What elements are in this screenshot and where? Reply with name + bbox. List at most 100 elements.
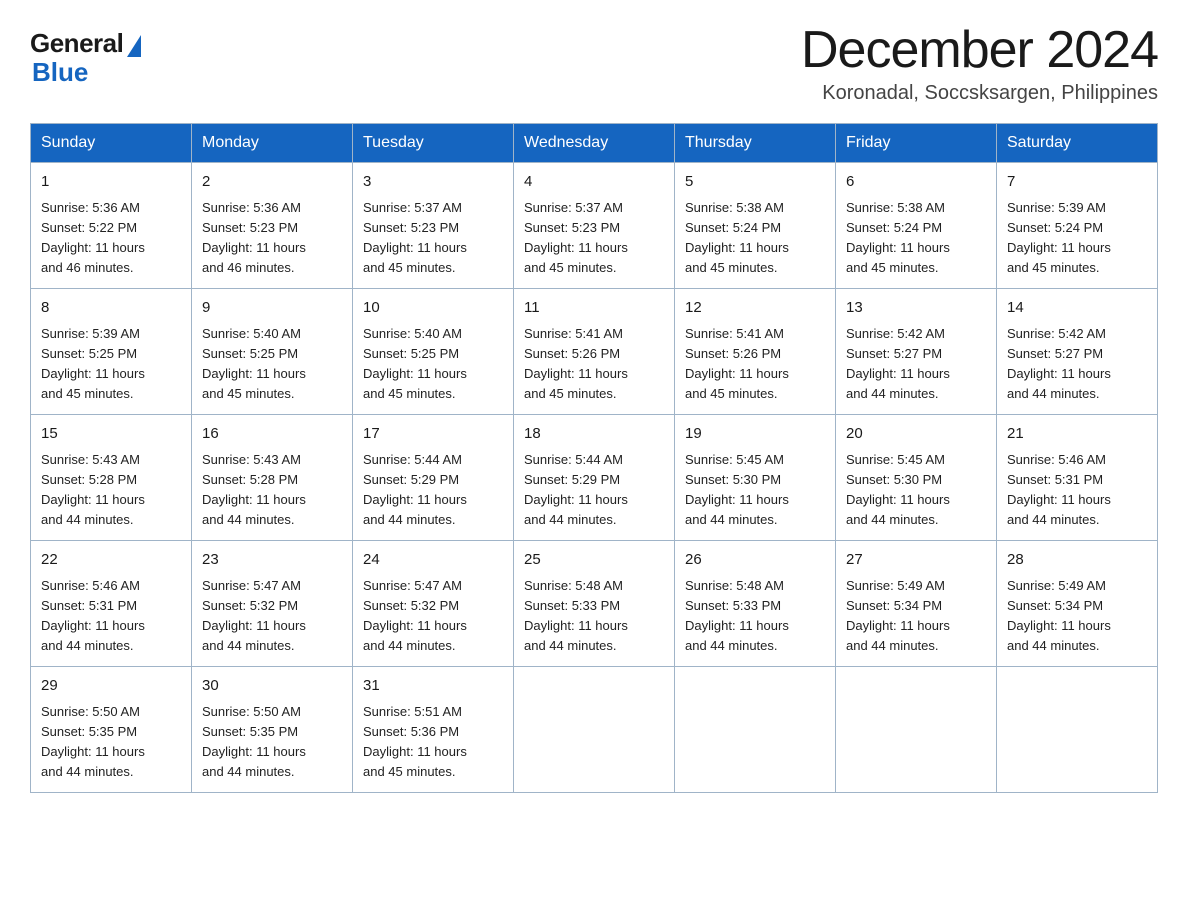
day-number: 15 [41,423,181,446]
day-number: 29 [41,675,181,698]
calendar-cell: 7Sunrise: 5:39 AMSunset: 5:24 PMDaylight… [997,163,1158,289]
day-number: 20 [846,423,986,446]
day-info: Sunrise: 5:51 AMSunset: 5:36 PMDaylight:… [363,702,503,783]
day-number: 23 [202,549,342,572]
day-number: 18 [524,423,664,446]
day-info: Sunrise: 5:50 AMSunset: 5:35 PMDaylight:… [41,702,181,783]
weekday-header-tuesday: Tuesday [353,124,514,163]
day-number: 17 [363,423,503,446]
calendar-cell [675,667,836,793]
day-info: Sunrise: 5:41 AMSunset: 5:26 PMDaylight:… [524,324,664,405]
day-number: 25 [524,549,664,572]
day-info: Sunrise: 5:40 AMSunset: 5:25 PMDaylight:… [363,324,503,405]
calendar-cell: 2 Sunrise: 5:36 AMSunset: 5:23 PMDaylight… [192,163,353,289]
day-info: Sunrise: 5:42 AMSunset: 5:27 PMDaylight:… [1007,324,1147,405]
day-info: Sunrise: 5:43 AMSunset: 5:28 PMDaylight:… [202,450,342,531]
day-info: Sunrise: 5:38 AMSunset: 5:24 PMDaylight:… [846,198,986,279]
title-block: December 2024 Koronadal, Soccsksargen, P… [801,20,1158,105]
weekday-header-thursday: Thursday [675,124,836,163]
day-number: 26 [685,549,825,572]
day-info: Sunrise: 5:48 AMSunset: 5:33 PMDaylight:… [685,576,825,657]
calendar-cell: 19 Sunrise: 5:45 AMSunset: 5:30 PMDayligh… [675,415,836,541]
day-info: Sunrise: 5:41 AMSunset: 5:26 PMDaylight:… [685,324,825,405]
day-number: 31 [363,675,503,698]
calendar-cell: 31 Sunrise: 5:51 AMSunset: 5:36 PMDayligh… [353,667,514,793]
day-info: Sunrise: 5:39 AMSunset: 5:25 PMDaylight:… [41,324,181,405]
day-number: 27 [846,549,986,572]
day-info: Sunrise: 5:39 AMSunset: 5:24 PMDaylight:… [1007,198,1147,279]
day-number: 22 [41,549,181,572]
calendar-cell: 16 Sunrise: 5:43 AMSunset: 5:28 PMDayligh… [192,415,353,541]
weekday-header-friday: Friday [836,124,997,163]
calendar-cell: 22 Sunrise: 5:46 AMSunset: 5:31 PMDayligh… [31,541,192,667]
day-info: Sunrise: 5:45 AMSunset: 5:30 PMDaylight:… [846,450,986,531]
calendar-cell: 3Sunrise: 5:37 AMSunset: 5:23 PMDaylight… [353,163,514,289]
day-info: Sunrise: 5:36 AMSunset: 5:22 PMDaylight:… [41,198,181,279]
calendar-cell: 23 Sunrise: 5:47 AMSunset: 5:32 PMDayligh… [192,541,353,667]
day-number: 14 [1007,297,1147,320]
weekday-header-sunday: Sunday [31,124,192,163]
calendar-cell: 17 Sunrise: 5:44 AMSunset: 5:29 PMDayligh… [353,415,514,541]
day-info: Sunrise: 5:42 AMSunset: 5:27 PMDaylight:… [846,324,986,405]
calendar-cell: 14 Sunrise: 5:42 AMSunset: 5:27 PMDayligh… [997,289,1158,415]
day-info: Sunrise: 5:44 AMSunset: 5:29 PMDaylight:… [363,450,503,531]
day-info: Sunrise: 5:37 AMSunset: 5:23 PMDaylight:… [524,198,664,279]
day-info: Sunrise: 5:36 AMSunset: 5:23 PMDaylight:… [202,198,342,279]
weekday-header-wednesday: Wednesday [514,124,675,163]
day-number: 12 [685,297,825,320]
calendar-cell: 18 Sunrise: 5:44 AMSunset: 5:29 PMDayligh… [514,415,675,541]
logo: General Blue [30,28,141,88]
calendar-cell: 12 Sunrise: 5:41 AMSunset: 5:26 PMDayligh… [675,289,836,415]
day-info: Sunrise: 5:47 AMSunset: 5:32 PMDaylight:… [363,576,503,657]
day-info: Sunrise: 5:47 AMSunset: 5:32 PMDaylight:… [202,576,342,657]
subtitle: Koronadal, Soccsksargen, Philippines [801,82,1158,105]
week-row-4: 22 Sunrise: 5:46 AMSunset: 5:31 PMDayligh… [31,541,1158,667]
day-info: Sunrise: 5:46 AMSunset: 5:31 PMDaylight:… [1007,450,1147,531]
page-header: General Blue December 2024 Koronadal, So… [30,20,1158,105]
calendar-cell: 8 Sunrise: 5:39 AMSunset: 5:25 PMDaylight… [31,289,192,415]
day-number: 8 [41,297,181,320]
day-number: 4 [524,171,664,194]
day-info: Sunrise: 5:46 AMSunset: 5:31 PMDaylight:… [41,576,181,657]
calendar-cell: 26 Sunrise: 5:48 AMSunset: 5:33 PMDayligh… [675,541,836,667]
calendar-cell: 11Sunrise: 5:41 AMSunset: 5:26 PMDayligh… [514,289,675,415]
week-row-2: 8 Sunrise: 5:39 AMSunset: 5:25 PMDaylight… [31,289,1158,415]
day-info: Sunrise: 5:48 AMSunset: 5:33 PMDaylight:… [524,576,664,657]
calendar-cell: 15 Sunrise: 5:43 AMSunset: 5:28 PMDayligh… [31,415,192,541]
calendar-cell: 30Sunrise: 5:50 AMSunset: 5:35 PMDayligh… [192,667,353,793]
day-info: Sunrise: 5:45 AMSunset: 5:30 PMDaylight:… [685,450,825,531]
day-number: 19 [685,423,825,446]
week-row-1: 1Sunrise: 5:36 AMSunset: 5:22 PMDaylight… [31,163,1158,289]
calendar-cell: 10 Sunrise: 5:40 AMSunset: 5:25 PMDayligh… [353,289,514,415]
calendar-cell: 25 Sunrise: 5:48 AMSunset: 5:33 PMDayligh… [514,541,675,667]
calendar-cell: 6 Sunrise: 5:38 AMSunset: 5:24 PMDaylight… [836,163,997,289]
day-number: 16 [202,423,342,446]
logo-triangle-icon [127,35,141,57]
day-number: 28 [1007,549,1147,572]
day-info: Sunrise: 5:49 AMSunset: 5:34 PMDaylight:… [1007,576,1147,657]
calendar-cell: 27 Sunrise: 5:49 AMSunset: 5:34 PMDayligh… [836,541,997,667]
weekday-header-monday: Monday [192,124,353,163]
day-info: Sunrise: 5:40 AMSunset: 5:25 PMDaylight:… [202,324,342,405]
day-info: Sunrise: 5:43 AMSunset: 5:28 PMDaylight:… [41,450,181,531]
day-number: 9 [202,297,342,320]
calendar-cell: 13Sunrise: 5:42 AMSunset: 5:27 PMDayligh… [836,289,997,415]
main-title: December 2024 [801,20,1158,80]
day-info: Sunrise: 5:44 AMSunset: 5:29 PMDaylight:… [524,450,664,531]
weekday-header-saturday: Saturday [997,124,1158,163]
day-number: 10 [363,297,503,320]
day-number: 21 [1007,423,1147,446]
calendar-cell [997,667,1158,793]
calendar-cell: 24Sunrise: 5:47 AMSunset: 5:32 PMDayligh… [353,541,514,667]
day-number: 6 [846,171,986,194]
calendar-cell: 28 Sunrise: 5:49 AMSunset: 5:34 PMDayligh… [997,541,1158,667]
calendar-cell: 20 Sunrise: 5:45 AMSunset: 5:30 PMDayligh… [836,415,997,541]
calendar-cell: 4 Sunrise: 5:37 AMSunset: 5:23 PMDaylight… [514,163,675,289]
week-row-5: 29 Sunrise: 5:50 AMSunset: 5:35 PMDayligh… [31,667,1158,793]
day-number: 2 [202,171,342,194]
calendar-cell: 1Sunrise: 5:36 AMSunset: 5:22 PMDaylight… [31,163,192,289]
calendar-cell: 29 Sunrise: 5:50 AMSunset: 5:35 PMDayligh… [31,667,192,793]
calendar-cell: 9 Sunrise: 5:40 AMSunset: 5:25 PMDaylight… [192,289,353,415]
day-info: Sunrise: 5:49 AMSunset: 5:34 PMDaylight:… [846,576,986,657]
calendar-cell [514,667,675,793]
